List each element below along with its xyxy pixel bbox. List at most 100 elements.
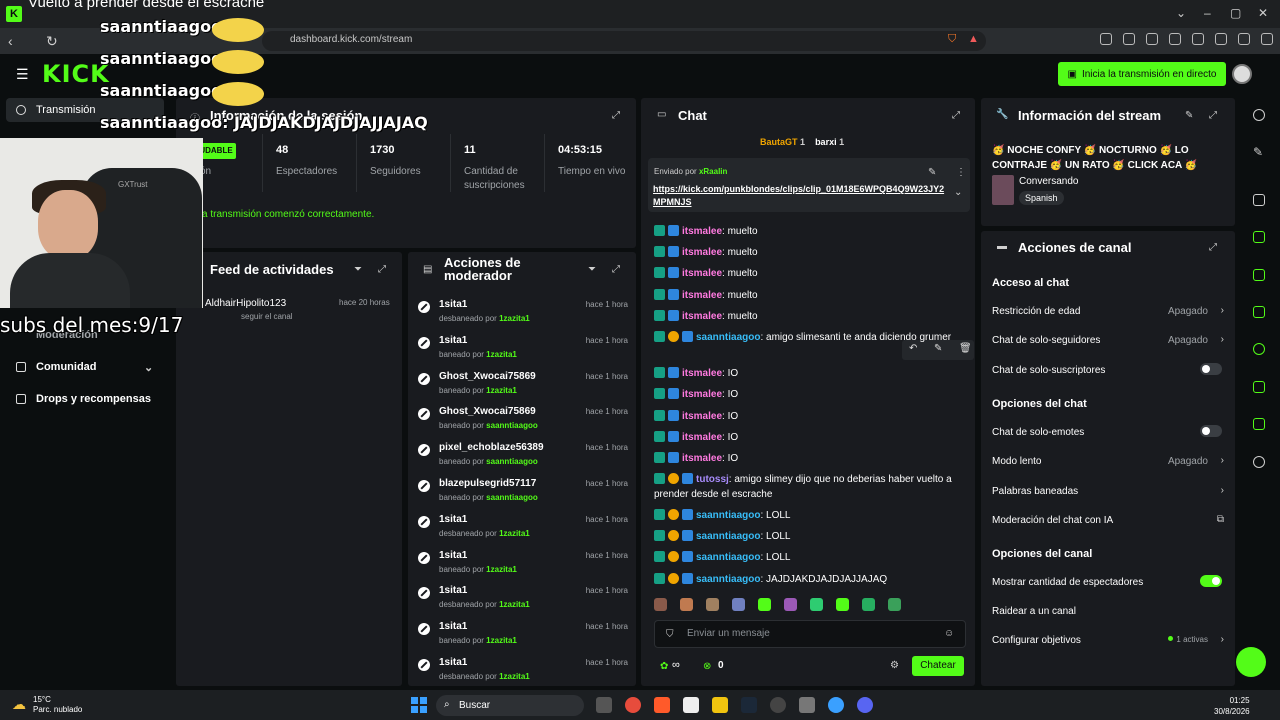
mod-action-row[interactable]: 1sita1 baneado por 1zazita1 hace 1 hora — [416, 619, 632, 655]
close-icon[interactable]: ✕ — [1258, 6, 1268, 20]
expand-icon[interactable]: ⤢ — [1209, 110, 1217, 121]
settings-row[interactable]: Modo lento Apagado › — [992, 455, 1224, 467]
mod-action-user[interactable]: 1sita1 — [439, 335, 467, 346]
mod-action-row[interactable]: 1sita1 baneado por 1zazita1 hace 1 hora — [416, 548, 632, 584]
settings-row[interactable]: Palabras baneadas › — [992, 485, 1224, 497]
chat-username[interactable]: itsmalee — [682, 226, 722, 237]
lightning-icon[interactable] — [1253, 231, 1265, 243]
mod-action-by[interactable]: saanntiaagoo — [486, 493, 538, 502]
chevron-down-icon[interactable]: ⌄ — [1176, 6, 1186, 20]
chat-message[interactable]: itsmalee: IO — [654, 430, 969, 445]
app-icon[interactable] — [799, 697, 815, 713]
discord-icon[interactable] — [857, 697, 873, 713]
chat-message[interactable]: itsmalee: IO — [654, 451, 969, 466]
extension-icon[interactable] — [1123, 33, 1135, 45]
mod-action-user[interactable]: Ghost_Xwocai75869 — [439, 406, 536, 417]
chat-message[interactable]: itsmalee: muelto — [654, 309, 969, 324]
chat-message[interactable]: itsmalee: IO — [654, 409, 969, 424]
steam-icon[interactable] — [741, 697, 757, 713]
weather-widget[interactable]: 15°C Parc. nublado — [33, 695, 82, 715]
mod-action-user[interactable]: 1sita1 — [439, 550, 467, 561]
emote-icon[interactable] — [888, 598, 901, 611]
menu-icon[interactable] — [1261, 33, 1273, 45]
chat-username[interactable]: itsmalee — [682, 290, 722, 301]
mod-action-by[interactable]: 1zazita1 — [486, 386, 517, 395]
chat-message[interactable]: itsmalee: muelto — [654, 245, 969, 260]
chat-username[interactable]: itsmalee — [682, 453, 722, 464]
app-icon[interactable] — [828, 697, 844, 713]
settings-row[interactable]: Raidear a un canal — [992, 606, 1224, 617]
settings-row[interactable]: Chat de solo-suscriptores — [992, 363, 1224, 376]
extension-icon[interactable] — [1169, 33, 1181, 45]
settings-row[interactable]: Chat de solo-emotes — [992, 425, 1224, 438]
app-icon[interactable] — [770, 697, 786, 713]
chat-username[interactable]: saanntiaagoo — [696, 574, 760, 585]
mod-action-by[interactable]: 1zazita1 — [499, 672, 530, 681]
chat-message[interactable]: saanntiaagoo: JAJDJAKDJAJDJAJJAJAQ — [654, 572, 969, 587]
task-view-icon[interactable] — [596, 697, 612, 713]
wrench-icon[interactable] — [1253, 418, 1265, 430]
folder-icon[interactable] — [712, 697, 728, 713]
hamburger-menu-icon[interactable]: ☰ — [16, 66, 29, 83]
chrome-icon[interactable] — [625, 697, 641, 713]
more-icon[interactable]: ⋮ — [956, 167, 966, 178]
coin-icon[interactable]: ⊗ — [703, 661, 711, 672]
mod-action-by[interactable]: saanntiaagoo — [486, 421, 538, 430]
chat-username[interactable]: itsmalee — [682, 311, 722, 322]
emote-icon[interactable] — [862, 598, 875, 611]
chat-username[interactable]: saanntiaagoo — [696, 552, 760, 563]
mod-action-row[interactable]: blazepulsegrid57117 baneado por saanntiaa… — [416, 476, 632, 512]
chat-username[interactable]: saanntiaagoo — [696, 510, 760, 521]
external-link-icon[interactable]: ⧉ — [1217, 514, 1224, 525]
filter-icon[interactable]: ⏷ — [354, 264, 362, 275]
kick-tab-icon[interactable]: K — [6, 6, 22, 22]
mod-action-by[interactable]: 1zazita1 — [499, 529, 530, 538]
chat-username[interactable]: itsmalee — [682, 389, 722, 400]
extension-icon[interactable] — [1215, 33, 1227, 45]
emoji-icon[interactable]: ☺ — [944, 628, 954, 639]
chat-message[interactable]: tutossj: amigo slimey dijo que no deberi… — [654, 472, 969, 502]
maximize-icon[interactable]: ▢ — [1230, 6, 1241, 20]
store-icon[interactable] — [683, 697, 699, 713]
settings-row[interactable]: Chat de solo-seguidores Apagado › — [992, 334, 1224, 346]
mod-action-user[interactable]: 1sita1 — [439, 514, 467, 525]
chevron-right-icon[interactable]: › — [1221, 485, 1224, 496]
mod-action-by[interactable]: 1zazita1 — [486, 636, 517, 645]
chat-icon[interactable] — [1253, 306, 1265, 318]
expand-icon[interactable]: ⤢ — [612, 110, 620, 121]
minimize-icon[interactable]: – — [1204, 6, 1211, 20]
panel-icon[interactable] — [1253, 381, 1265, 393]
mod-action-row[interactable]: Ghost_Xwocai75869 baneado por saanntiaago… — [416, 404, 632, 440]
chat-message[interactable]: itsmalee: muelto — [654, 288, 969, 303]
brave-icon[interactable] — [654, 697, 670, 713]
expand-icon[interactable]: ⤢ — [1209, 242, 1217, 253]
edit-icon[interactable]: ✎ — [1253, 145, 1265, 159]
chevron-right-icon[interactable]: › — [1221, 334, 1224, 345]
chevron-right-icon[interactable]: › — [1221, 455, 1224, 466]
gifter-name[interactable]: barxi — [815, 137, 837, 147]
pin-icon[interactable]: ✎ — [928, 167, 936, 178]
chat-message[interactable]: itsmalee: IO — [654, 387, 969, 402]
chevron-right-icon[interactable]: › — [1221, 305, 1224, 316]
gifter-name[interactable]: BautaGT — [760, 137, 798, 147]
points-icon[interactable]: ✿ — [660, 661, 668, 672]
nav-item-transmision[interactable]: Transmisión — [16, 104, 96, 116]
chat-message[interactable]: itsmalee: muelto — [654, 266, 969, 281]
brave-shield-icon[interactable]: ⛉ — [948, 33, 956, 46]
chat-message[interactable]: saanntiaagoo: amigo slimesanti te anda d… — [654, 330, 969, 345]
emote-icon[interactable] — [706, 598, 719, 611]
help-button[interactable] — [1236, 647, 1266, 677]
avatar[interactable] — [1232, 64, 1252, 84]
mod-action-by[interactable]: 1zazita1 — [499, 600, 530, 609]
chat-username[interactable]: itsmalee — [682, 411, 722, 422]
extension-icon[interactable] — [1238, 33, 1250, 45]
mod-action-user[interactable]: blazepulsegrid57117 — [439, 478, 536, 489]
emote-icon[interactable] — [836, 598, 849, 611]
reload-icon[interactable]: ↻ — [46, 33, 58, 50]
settings-row[interactable]: Restricción de edad Apagado › — [992, 305, 1224, 317]
toggle-switch[interactable] — [1200, 363, 1222, 375]
mod-action-row[interactable]: pixel_echoblaze56389 baneado por saanntia… — [416, 440, 632, 476]
mod-action-user[interactable]: 1sita1 — [439, 585, 467, 596]
filter-icon[interactable]: ⏷ — [588, 264, 596, 275]
send-chat-button[interactable]: Chatear — [912, 656, 964, 676]
